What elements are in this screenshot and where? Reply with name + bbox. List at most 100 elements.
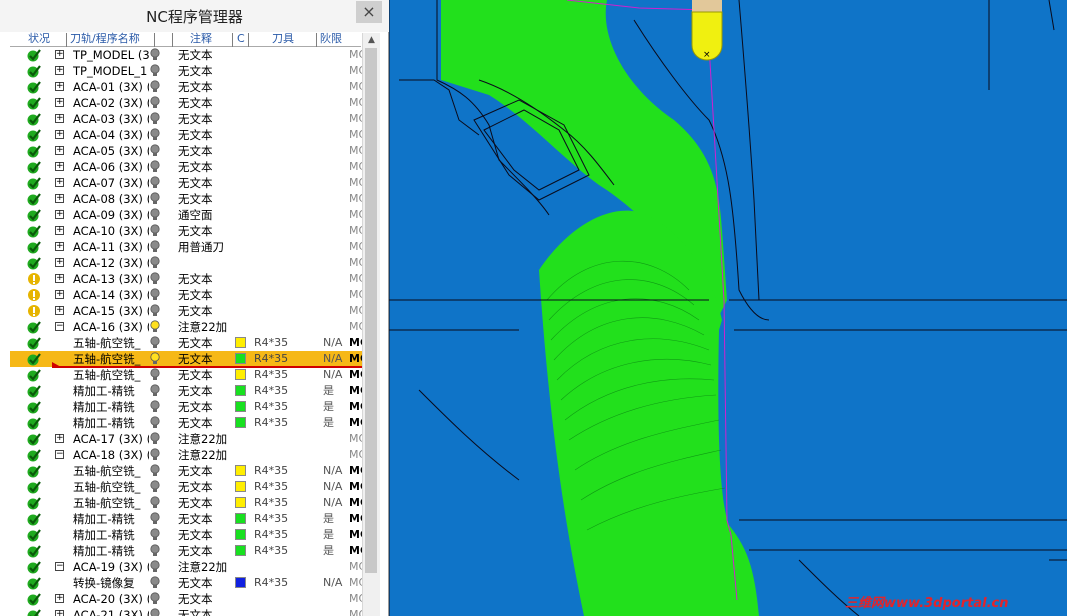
collapse-minus-icon[interactable]: − bbox=[55, 322, 64, 331]
lightbulb-icon[interactable] bbox=[149, 224, 161, 238]
collapse-minus-icon[interactable]: − bbox=[55, 562, 64, 571]
program-tree-row[interactable]: + ACA-09 (3X) (2 通空面 MC bbox=[10, 207, 362, 223]
expand-plus-icon[interactable]: + bbox=[55, 226, 64, 235]
program-tree-row[interactable]: 精加工-精铣 无文本 R4*35 是 MC bbox=[10, 511, 362, 527]
lightbulb-icon[interactable] bbox=[149, 608, 161, 616]
expand-plus-icon[interactable]: + bbox=[55, 274, 64, 283]
scrollbar-thumb[interactable] bbox=[365, 48, 377, 573]
program-tree-row[interactable]: 精加工-精铣 无文本 R4*35 是 MC bbox=[10, 415, 362, 431]
lightbulb-icon[interactable] bbox=[149, 384, 161, 398]
program-tree-row[interactable]: + ACA-02 (3X) (1 无文本 MC bbox=[10, 95, 362, 111]
program-tree-row[interactable]: + ACA-03 (3X) (2 无文本 MC bbox=[10, 111, 362, 127]
lightbulb-icon[interactable] bbox=[149, 80, 161, 94]
program-tree-row[interactable]: 精加工-精铣 无文本 R4*35 是 MC bbox=[10, 527, 362, 543]
expand-plus-icon[interactable]: + bbox=[55, 210, 64, 219]
expand-plus-icon[interactable]: + bbox=[55, 82, 64, 91]
program-tree-row[interactable]: 五轴-航空铣_ 无文本 R4*35 N/A MC bbox=[10, 463, 362, 479]
program-tree-row[interactable]: + ACA-17 (3X) (1 注意22加 MC bbox=[10, 431, 362, 447]
program-tree-row[interactable]: + ACA-04 (3X) (5 无文本 MC bbox=[10, 127, 362, 143]
lightbulb-icon[interactable] bbox=[149, 256, 161, 270]
lightbulb-icon[interactable] bbox=[149, 48, 161, 62]
vertical-scrollbar[interactable]: ▲ bbox=[362, 33, 380, 616]
column-header-status[interactable]: 状况 bbox=[28, 32, 58, 46]
program-tree-row[interactable]: 五轴-航空铣_ 无文本 R4*35 N/A MC bbox=[10, 367, 362, 383]
program-tree-row[interactable]: + ACA-20 (3X) (2 无文本 MC bbox=[10, 591, 362, 607]
program-tree-row[interactable]: −ACA-19 (3X) (1 注意22加 MC bbox=[10, 559, 362, 575]
expand-plus-icon[interactable]: + bbox=[55, 162, 64, 171]
program-tree-row[interactable]: + ACA-07 (3X) (1 无文本 MC bbox=[10, 175, 362, 191]
lightbulb-icon[interactable] bbox=[149, 592, 161, 606]
close-button[interactable]: × bbox=[356, 1, 382, 23]
lightbulb-icon[interactable] bbox=[149, 240, 161, 254]
lightbulb-icon[interactable] bbox=[149, 480, 161, 494]
lightbulb-icon[interactable] bbox=[149, 352, 161, 366]
expand-plus-icon[interactable]: + bbox=[55, 114, 64, 123]
program-tree-row[interactable]: + ACA-12 (3X) (1 MC bbox=[10, 255, 362, 271]
lightbulb-icon[interactable] bbox=[149, 496, 161, 510]
lightbulb-icon[interactable] bbox=[149, 96, 161, 110]
column-header-limit[interactable]: 阦限 bbox=[320, 32, 350, 46]
program-tree-row[interactable]: 五轴-航空铣_ 无文本 R4*35 N/A MC bbox=[10, 335, 362, 351]
program-tree-row[interactable]: + TP_MODEL (3X 无文本 MC bbox=[10, 47, 362, 63]
program-tree-row[interactable]: 五轴-航空铣_ 无文本 R4*35 N/A MC bbox=[10, 479, 362, 495]
program-tree-row[interactable]: 五轴-航空铣_ 无文本 R4*35 N/A MC bbox=[10, 495, 362, 511]
program-tree-row[interactable]: + ACA-06 (3X) (1 无文本 MC bbox=[10, 159, 362, 175]
program-tree-row[interactable]: + ACA-01 (3X) (1 无文本 MC bbox=[10, 79, 362, 95]
lightbulb-icon[interactable] bbox=[149, 512, 161, 526]
lightbulb-icon[interactable] bbox=[149, 288, 161, 302]
program-tree-row[interactable]: + ACA-21 (3X) (2 无文本 MC bbox=[10, 607, 362, 616]
program-tree-row[interactable]: 精加工-精铣 无文本 R4*35 是 MC bbox=[10, 383, 362, 399]
column-header-note[interactable]: 注释 bbox=[190, 32, 220, 46]
lightbulb-icon[interactable] bbox=[149, 544, 161, 558]
column-header-name[interactable]: 刀轨/程序名称 bbox=[70, 32, 152, 46]
lightbulb-icon[interactable] bbox=[149, 112, 161, 126]
program-tree-row[interactable]: + ACA-14 (3X) (2 无文本 MC bbox=[10, 287, 362, 303]
lightbulb-icon[interactable] bbox=[149, 336, 161, 350]
program-tree-row[interactable]: + TP_MODEL_1 (无文本 MC bbox=[10, 63, 362, 79]
lightbulb-icon[interactable] bbox=[149, 448, 161, 462]
expand-plus-icon[interactable]: + bbox=[55, 194, 64, 203]
column-header-c[interactable]: C bbox=[237, 32, 247, 46]
expand-plus-icon[interactable]: + bbox=[55, 594, 64, 603]
program-tree-row[interactable]: + ACA-08 (3X) (1 无文本 MC bbox=[10, 191, 362, 207]
program-tree-row[interactable]: + ACA-11 (3X) (2 用普通刀 MC bbox=[10, 239, 362, 255]
lightbulb-icon[interactable] bbox=[149, 368, 161, 382]
expand-plus-icon[interactable]: + bbox=[55, 434, 64, 443]
expand-plus-icon[interactable]: + bbox=[55, 178, 64, 187]
lightbulb-icon[interactable] bbox=[149, 144, 161, 158]
collapse-minus-icon[interactable]: − bbox=[55, 450, 64, 459]
program-tree-row[interactable]: −ACA-18 (3X) (6 注意22加 MC bbox=[10, 447, 362, 463]
expand-plus-icon[interactable]: + bbox=[55, 242, 64, 251]
column-header-tool[interactable]: 刀具 bbox=[272, 32, 308, 46]
lightbulb-icon[interactable] bbox=[149, 128, 161, 142]
lightbulb-icon[interactable] bbox=[149, 320, 161, 334]
lightbulb-icon[interactable] bbox=[149, 560, 161, 574]
3d-viewport[interactable]: × bbox=[389, 0, 1067, 616]
lightbulb-icon[interactable] bbox=[149, 464, 161, 478]
expand-plus-icon[interactable]: + bbox=[55, 146, 64, 155]
program-tree-row[interactable]: + ACA-15 (3X) (1 无文本 MC bbox=[10, 303, 362, 319]
lightbulb-icon[interactable] bbox=[149, 192, 161, 206]
expand-plus-icon[interactable]: + bbox=[55, 610, 64, 616]
lightbulb-icon[interactable] bbox=[149, 208, 161, 222]
expand-plus-icon[interactable]: + bbox=[55, 258, 64, 267]
program-tree-row[interactable]: 五轴-航空铣_ 无文本 R4*35 N/A MC bbox=[10, 351, 362, 368]
lightbulb-icon[interactable] bbox=[149, 272, 161, 286]
expand-plus-icon[interactable]: + bbox=[55, 130, 64, 139]
expand-plus-icon[interactable]: + bbox=[55, 50, 64, 59]
expand-plus-icon[interactable]: + bbox=[55, 306, 64, 315]
program-tree-row[interactable]: 转换-镜像复 无文本 R4*35 N/A MC bbox=[10, 575, 362, 591]
lightbulb-icon[interactable] bbox=[149, 528, 161, 542]
lightbulb-icon[interactable] bbox=[149, 64, 161, 78]
program-tree-row[interactable]: + ACA-10 (3X) (1 无文本 MC bbox=[10, 223, 362, 239]
lightbulb-icon[interactable] bbox=[149, 304, 161, 318]
lightbulb-icon[interactable] bbox=[149, 400, 161, 414]
expand-plus-icon[interactable]: + bbox=[55, 290, 64, 299]
lightbulb-icon[interactable] bbox=[149, 176, 161, 190]
lightbulb-icon[interactable] bbox=[149, 432, 161, 446]
expand-plus-icon[interactable]: + bbox=[55, 66, 64, 75]
lightbulb-icon[interactable] bbox=[149, 416, 161, 430]
program-tree-row[interactable]: 精加工-精铣 无文本 R4*35 是 MC bbox=[10, 399, 362, 415]
program-tree-row[interactable]: + ACA-13 (3X) (1 无文本 MC bbox=[10, 271, 362, 287]
program-tree-row[interactable]: + ACA-05 (3X) (2 无文本 MC bbox=[10, 143, 362, 159]
